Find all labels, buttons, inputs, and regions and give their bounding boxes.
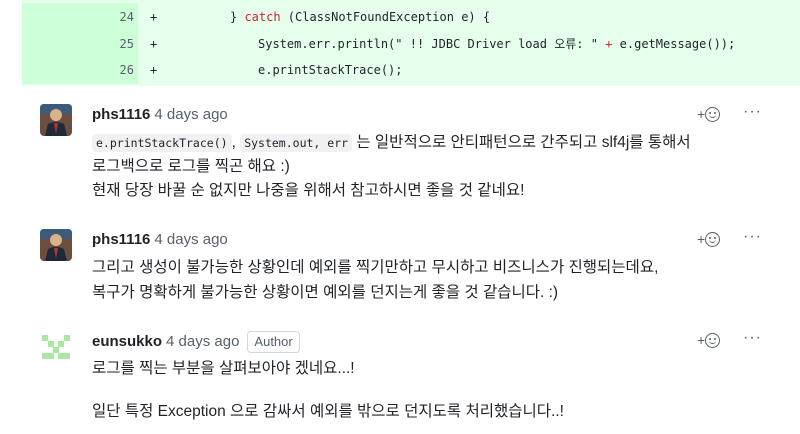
add-reaction-button[interactable]: + bbox=[697, 332, 721, 348]
line-number: 24 bbox=[119, 10, 134, 24]
code-text: System.err.println(" !! JDBC Driver load… bbox=[258, 37, 736, 51]
comment-header: phs1116 4 days ago bbox=[92, 230, 228, 250]
line-number: 25 bbox=[119, 37, 134, 51]
comment-header: eunsukko 4 days ago Author bbox=[92, 331, 300, 353]
author-link[interactable]: phs1116 bbox=[92, 106, 150, 123]
author-badge: Author bbox=[247, 331, 300, 353]
code-text: e.printStackTrace(); bbox=[258, 63, 403, 77]
comment-text-line: 로그를 찍는 부분을 살펴보아야 겠네요...! bbox=[92, 360, 355, 377]
more-options-icon[interactable]: ··· bbox=[743, 228, 762, 246]
added-sign: + bbox=[150, 37, 158, 51]
avatar[interactable] bbox=[40, 229, 72, 261]
more-options-icon[interactable]: ··· bbox=[743, 329, 762, 347]
more-options-icon[interactable]: ··· bbox=[743, 103, 762, 121]
author-link[interactable]: eunsukko bbox=[92, 333, 162, 350]
smiley-icon bbox=[705, 107, 721, 122]
author-link[interactable]: phs1116 bbox=[92, 231, 150, 248]
diff-line: 26 + e.printStackTrace(); bbox=[22, 56, 800, 84]
avatar[interactable] bbox=[40, 331, 72, 363]
timestamp[interactable]: 4 days ago bbox=[166, 333, 239, 350]
inline-code: e.printStackTrace() bbox=[92, 134, 232, 152]
add-reaction-button[interactable]: + bbox=[697, 106, 721, 122]
inline-code: System.out, err bbox=[240, 134, 353, 152]
comment-header: phs1116 4 days ago bbox=[92, 105, 228, 125]
timestamp[interactable]: 4 days ago bbox=[154, 106, 227, 123]
comment-text-line: 그리고 생성이 불가능한 상황인데 예외를 찍기만하고 무시하고 비즈니스가 진… bbox=[92, 259, 659, 276]
added-sign: + bbox=[150, 63, 158, 77]
comment-text-line: 로그백으로 로그를 찍곤 해요 :) bbox=[92, 158, 290, 175]
diff-block: 24 + } catch (ClassNotFoundException e) … bbox=[22, 0, 800, 86]
timestamp[interactable]: 4 days ago bbox=[154, 231, 227, 248]
comment-text-line: 복구가 명확하게 불가능한 상황이면 예외를 던지는게 좋을 것 같습니다. :… bbox=[92, 284, 559, 301]
avatar[interactable] bbox=[40, 104, 72, 136]
comment-text-line: 현재 당장 바꿀 순 없지만 나중을 위해서 참고하시면 좋을 것 같네요! bbox=[92, 182, 525, 199]
diff-line: 24 + } catch (ClassNotFoundException e) … bbox=[22, 3, 800, 31]
added-sign: + bbox=[150, 10, 158, 24]
comment-text-line: e.printStackTrace(), System.out, err 는 일… bbox=[92, 131, 691, 155]
diff-line: 25 + System.err.println(" !! JDBC Driver… bbox=[22, 30, 800, 58]
line-number: 26 bbox=[119, 63, 134, 77]
add-reaction-button[interactable]: + bbox=[697, 231, 721, 247]
smiley-icon bbox=[705, 333, 721, 348]
code-text: } catch (ClassNotFoundException e) { bbox=[230, 10, 491, 24]
smiley-icon bbox=[705, 232, 721, 247]
comment-text-line: 일단 특정 Exception 으로 감싸서 예외를 밖으로 던지도록 처리했습… bbox=[92, 403, 564, 420]
